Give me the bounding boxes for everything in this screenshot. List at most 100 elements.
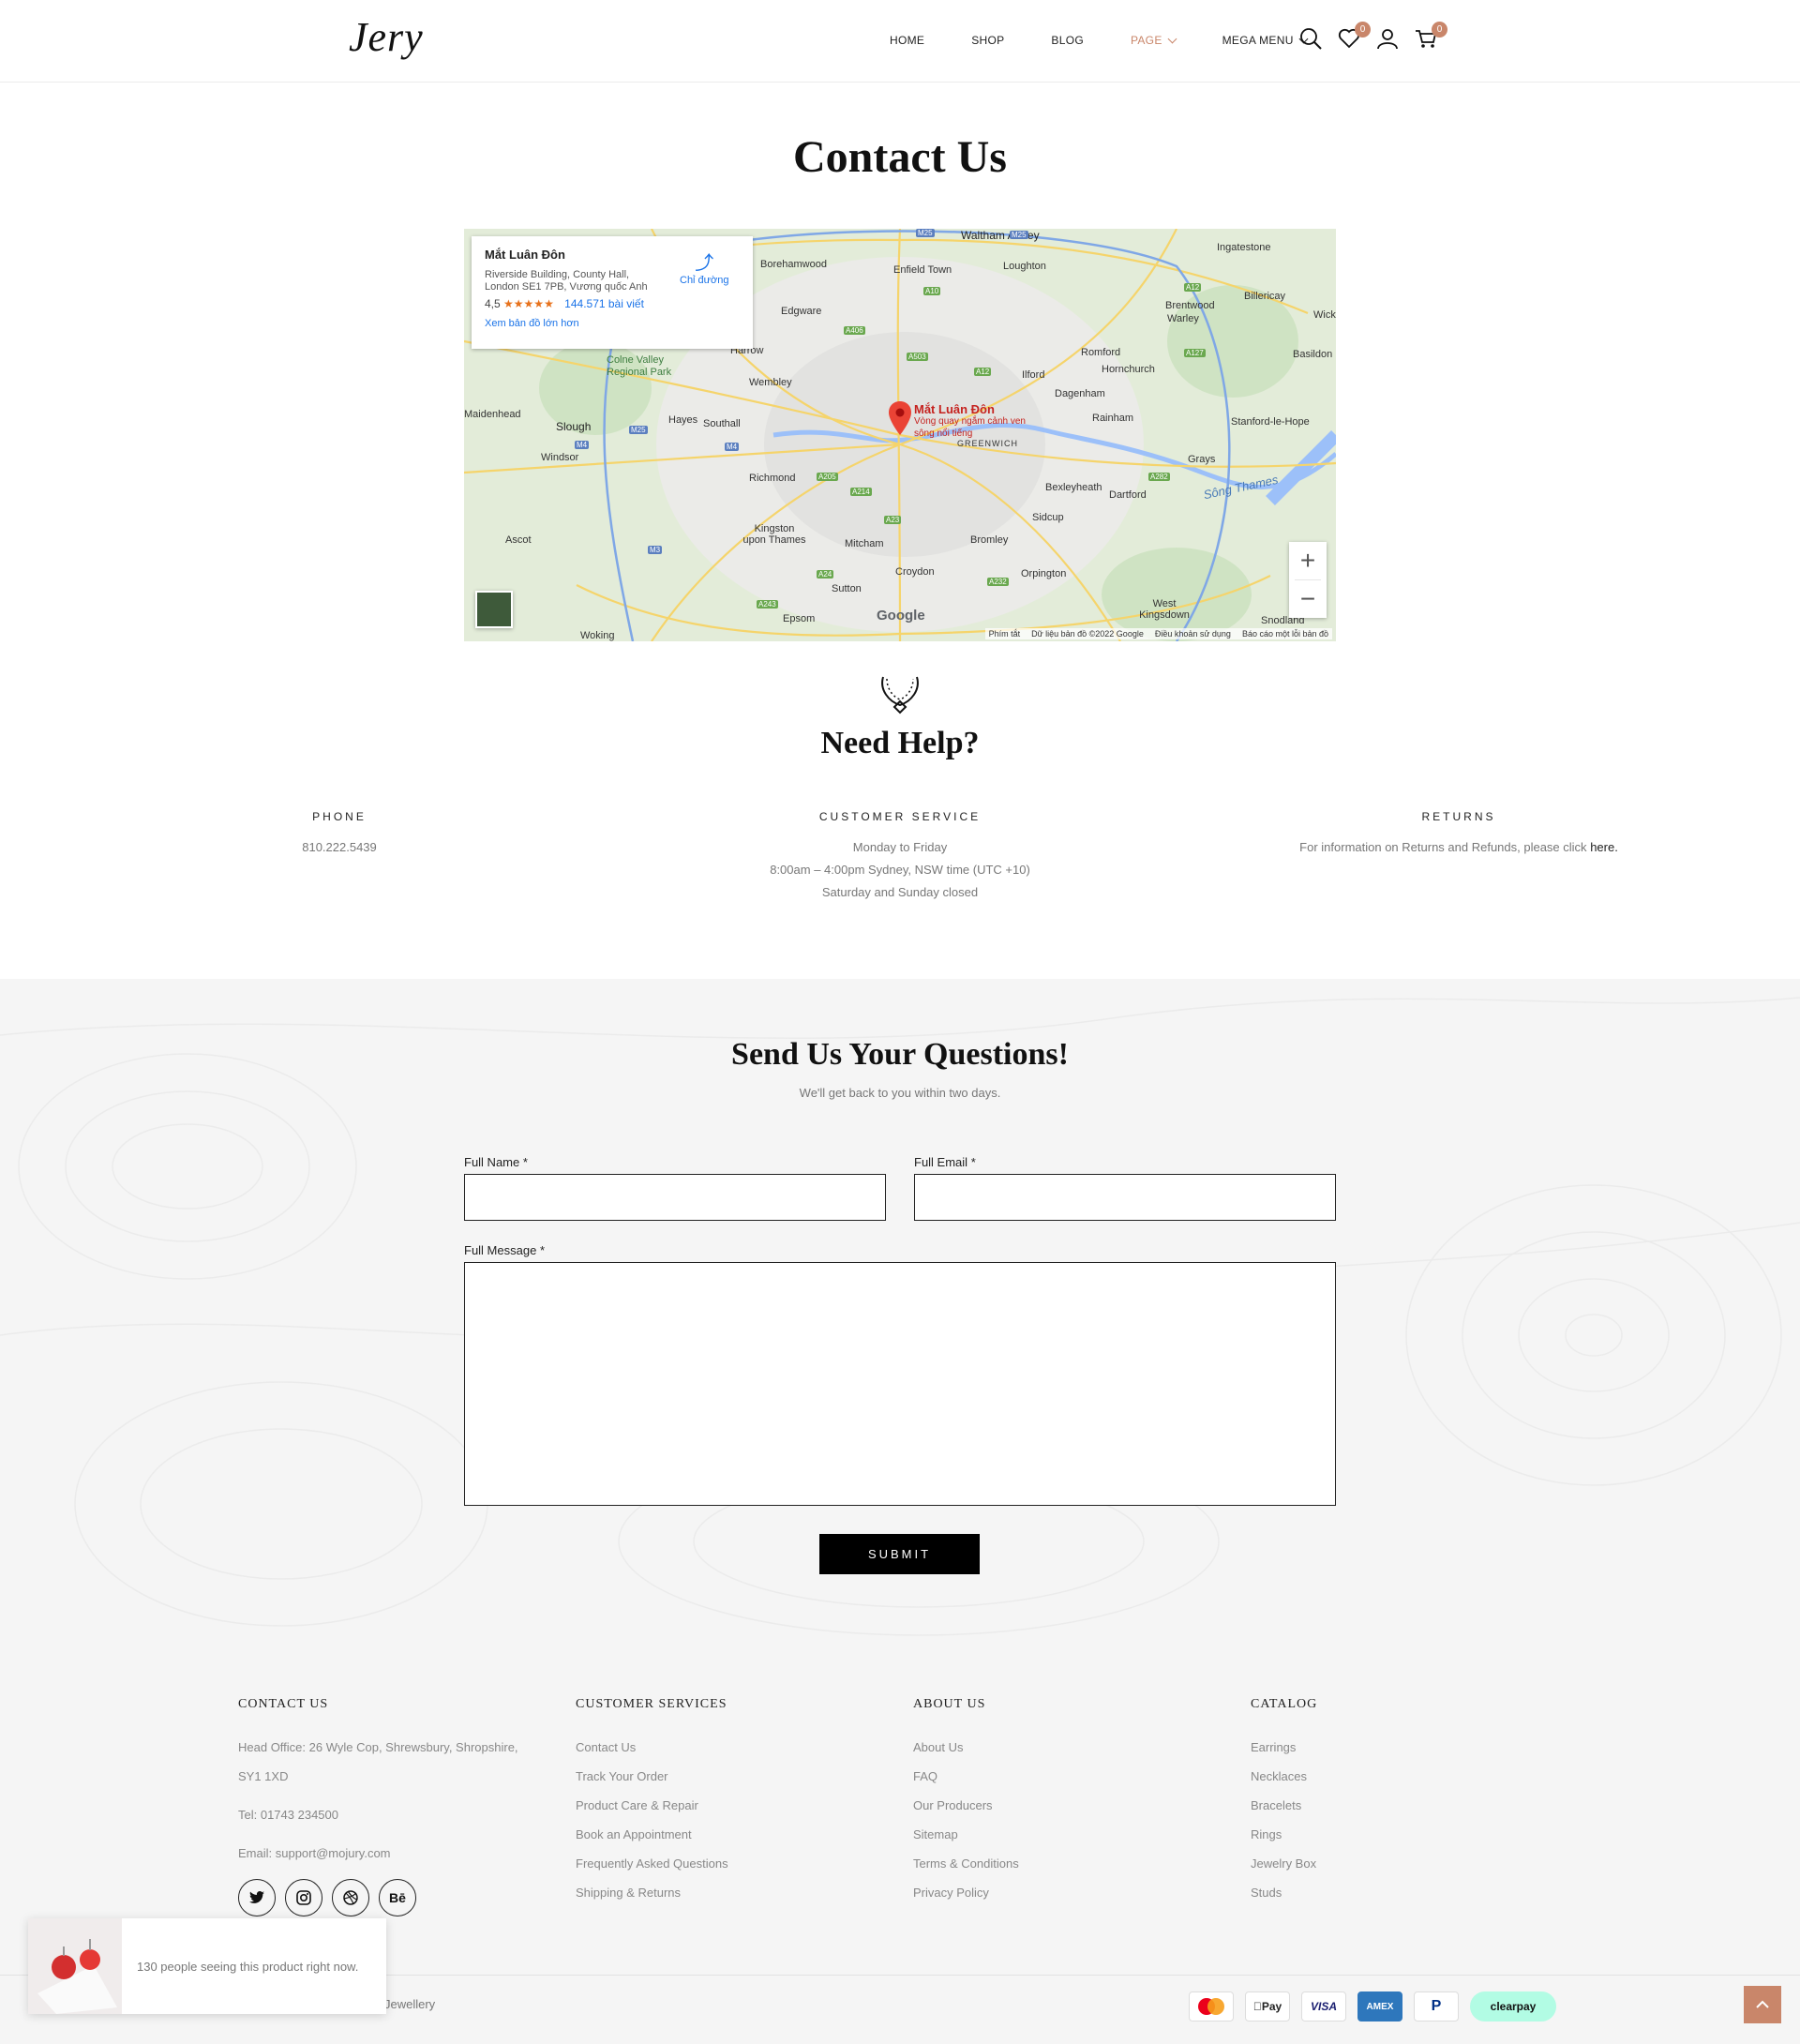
footer-link[interactable]: Shipping & Returns [576, 1878, 728, 1907]
nav-home[interactable]: HOME [890, 34, 924, 47]
footer-link[interactable]: Earrings [1251, 1733, 1317, 1762]
full-message-textarea[interactable] [464, 1262, 1336, 1506]
instagram-icon[interactable] [285, 1879, 322, 1916]
submit-button[interactable]: SUBMIT [819, 1534, 980, 1574]
returns-text: For information on Returns and Refunds, … [1299, 840, 1587, 854]
nav-page-label: PAGE [1130, 34, 1162, 47]
reviews-link[interactable]: 144.571 bài viết [564, 297, 644, 310]
map-label: Dagenham [1055, 388, 1105, 399]
footer-link[interactable]: Necklaces [1251, 1762, 1317, 1791]
map-label: Kingston upon Thames [742, 523, 806, 546]
footer-link[interactable]: Bracelets [1251, 1791, 1317, 1820]
amex-icon: AMEX [1358, 1991, 1402, 2021]
map-label: Mitcham [845, 538, 884, 549]
returns-link[interactable]: here. [1590, 840, 1618, 854]
footer-link[interactable]: Rings [1251, 1820, 1317, 1849]
footer-link[interactable]: Track Your Order [576, 1762, 728, 1791]
map-label: GREENWICH [957, 439, 1018, 448]
footer-link[interactable]: Sitemap [913, 1820, 1019, 1849]
footer-link[interactable]: FAQ [913, 1762, 1019, 1791]
view-larger-map-link[interactable]: Xem bản đồ lớn hơn [485, 318, 740, 329]
road-shield: A24 [817, 570, 834, 579]
contact-email[interactable]: Email: support@mojury.com [238, 1839, 548, 1868]
contact-address-1: Head Office: 26 Wyle Cop, Shrewsbury, Sh… [238, 1740, 518, 1754]
full-name-label-text: Full Name [464, 1155, 520, 1169]
chevron-down-icon [1167, 34, 1178, 43]
account-icon[interactable] [1375, 26, 1400, 51]
full-message-label-text: Full Message [464, 1243, 537, 1257]
map-label: Croydon [895, 566, 935, 578]
directions-icon: ⤴ [695, 253, 714, 274]
pin-label-sub: Vòng quay ngắm cảnh ven sông nổi tiếng [914, 416, 1026, 439]
footer-customer-services: CUSTOMER SERVICES Contact Us Track Your … [576, 1697, 728, 1907]
footer-link[interactable]: Our Producers [913, 1791, 1019, 1820]
footer-catalog-title: CATALOG [1251, 1697, 1318, 1711]
necklace-icon [881, 676, 919, 714]
footer-link[interactable]: Privacy Policy [913, 1878, 1019, 1907]
nav-page[interactable]: PAGE [1130, 34, 1178, 47]
map-label: Slough [556, 420, 592, 433]
map-layer-toggle[interactable] [475, 591, 513, 628]
help-returns-text: For information on Returns and Refunds, … [1271, 836, 1646, 859]
attribution-terms[interactable]: Điều khoản sử dụng [1155, 629, 1231, 639]
help-service-title: CUSTOMER SERVICE [818, 810, 982, 823]
map-pin-icon[interactable] [888, 401, 912, 435]
nav-blog[interactable]: BLOG [1051, 34, 1084, 47]
map-label: Wembley [749, 377, 792, 388]
road-shield: M3 [648, 546, 663, 554]
map-place-address: Riverside Building, County Hall, London … [485, 269, 648, 293]
social-links: Bē [238, 1879, 416, 1916]
attribution-data: Dữ liệu bản đồ ©2022 Google [1031, 629, 1144, 639]
attribution-shortcuts[interactable]: Phím tắt [989, 629, 1021, 639]
help-phone-value[interactable]: 810.222.5439 [246, 836, 433, 859]
help-phone-title: PHONE [312, 810, 367, 823]
road-shield: A503 [907, 353, 928, 361]
map-label: Sidcup [1032, 512, 1064, 523]
pin-label-title: Mắt Luân Đôn [914, 402, 995, 416]
zoom-out-button[interactable]: − [1289, 580, 1327, 617]
footer-link[interactable]: Studs [1251, 1878, 1317, 1907]
full-email-input[interactable] [914, 1174, 1336, 1221]
contact-tel[interactable]: Tel: 01743 234500 [238, 1800, 548, 1829]
footer-link[interactable]: Jewelry Box [1251, 1849, 1317, 1878]
google-map[interactable]: Waltham Abbey Borehamwood Enfield Town L… [464, 229, 1336, 641]
footer-link[interactable]: Terms & Conditions [913, 1849, 1019, 1878]
footer-link[interactable]: Product Care & Repair [576, 1791, 728, 1820]
wishlist-icon[interactable]: 0 [1337, 22, 1371, 51]
cart-icon[interactable]: 0 [1414, 22, 1448, 51]
logo[interactable]: Jery [349, 13, 424, 61]
zoom-in-button[interactable]: + [1289, 542, 1327, 579]
attribution-report[interactable]: Báo cáo một lỗi bản đồ [1242, 629, 1328, 639]
dribbble-icon[interactable] [332, 1879, 369, 1916]
behance-icon[interactable]: Bē [379, 1879, 416, 1916]
nav-mega-menu[interactable]: MEGA MENU [1222, 34, 1309, 47]
map-label: Ilford [1022, 369, 1045, 381]
map-label: Grays [1188, 454, 1216, 465]
road-shield: A243 [757, 600, 778, 609]
footer-catalog-list: Earrings Necklaces Bracelets Rings Jewel… [1251, 1733, 1317, 1907]
full-email-label: Full Email * [914, 1155, 976, 1169]
footer-about: ABOUT US About Us FAQ Our Producers Site… [913, 1697, 1019, 1907]
map-label: Dartford [1109, 489, 1147, 501]
sales-notification-popup[interactable]: 130 people seeing this product right now… [28, 1918, 386, 2014]
map-label: Epsom [783, 613, 816, 624]
full-name-input[interactable] [464, 1174, 886, 1221]
nav-shop[interactable]: SHOP [971, 34, 1004, 47]
help-returns: RETURNS For information on Returns and R… [1271, 810, 1646, 859]
search-icon[interactable] [1298, 26, 1323, 51]
help-returns-title: RETURNS [1421, 810, 1496, 823]
product-thumbnail [28, 1918, 122, 2014]
footer-link[interactable]: Book an Appointment [576, 1820, 728, 1849]
footer-link[interactable]: About Us [913, 1733, 1019, 1762]
footer-link[interactable]: Contact Us [576, 1733, 728, 1762]
copyright: Jewellery [384, 1997, 436, 2011]
nav-mega-menu-label: MEGA MENU [1222, 34, 1294, 47]
footer-link[interactable]: Frequently Asked Questions [576, 1849, 728, 1878]
footer-about-title: ABOUT US [913, 1697, 986, 1711]
directions-button[interactable]: ⤴ Chỉ đường [680, 248, 729, 286]
service-line: 8:00am – 4:00pm Sydney, NSW time (UTC +1… [770, 863, 1030, 877]
applepay-icon: Pay [1245, 1991, 1290, 2021]
scroll-to-top-button[interactable] [1744, 1986, 1781, 2023]
twitter-icon[interactable] [238, 1879, 276, 1916]
